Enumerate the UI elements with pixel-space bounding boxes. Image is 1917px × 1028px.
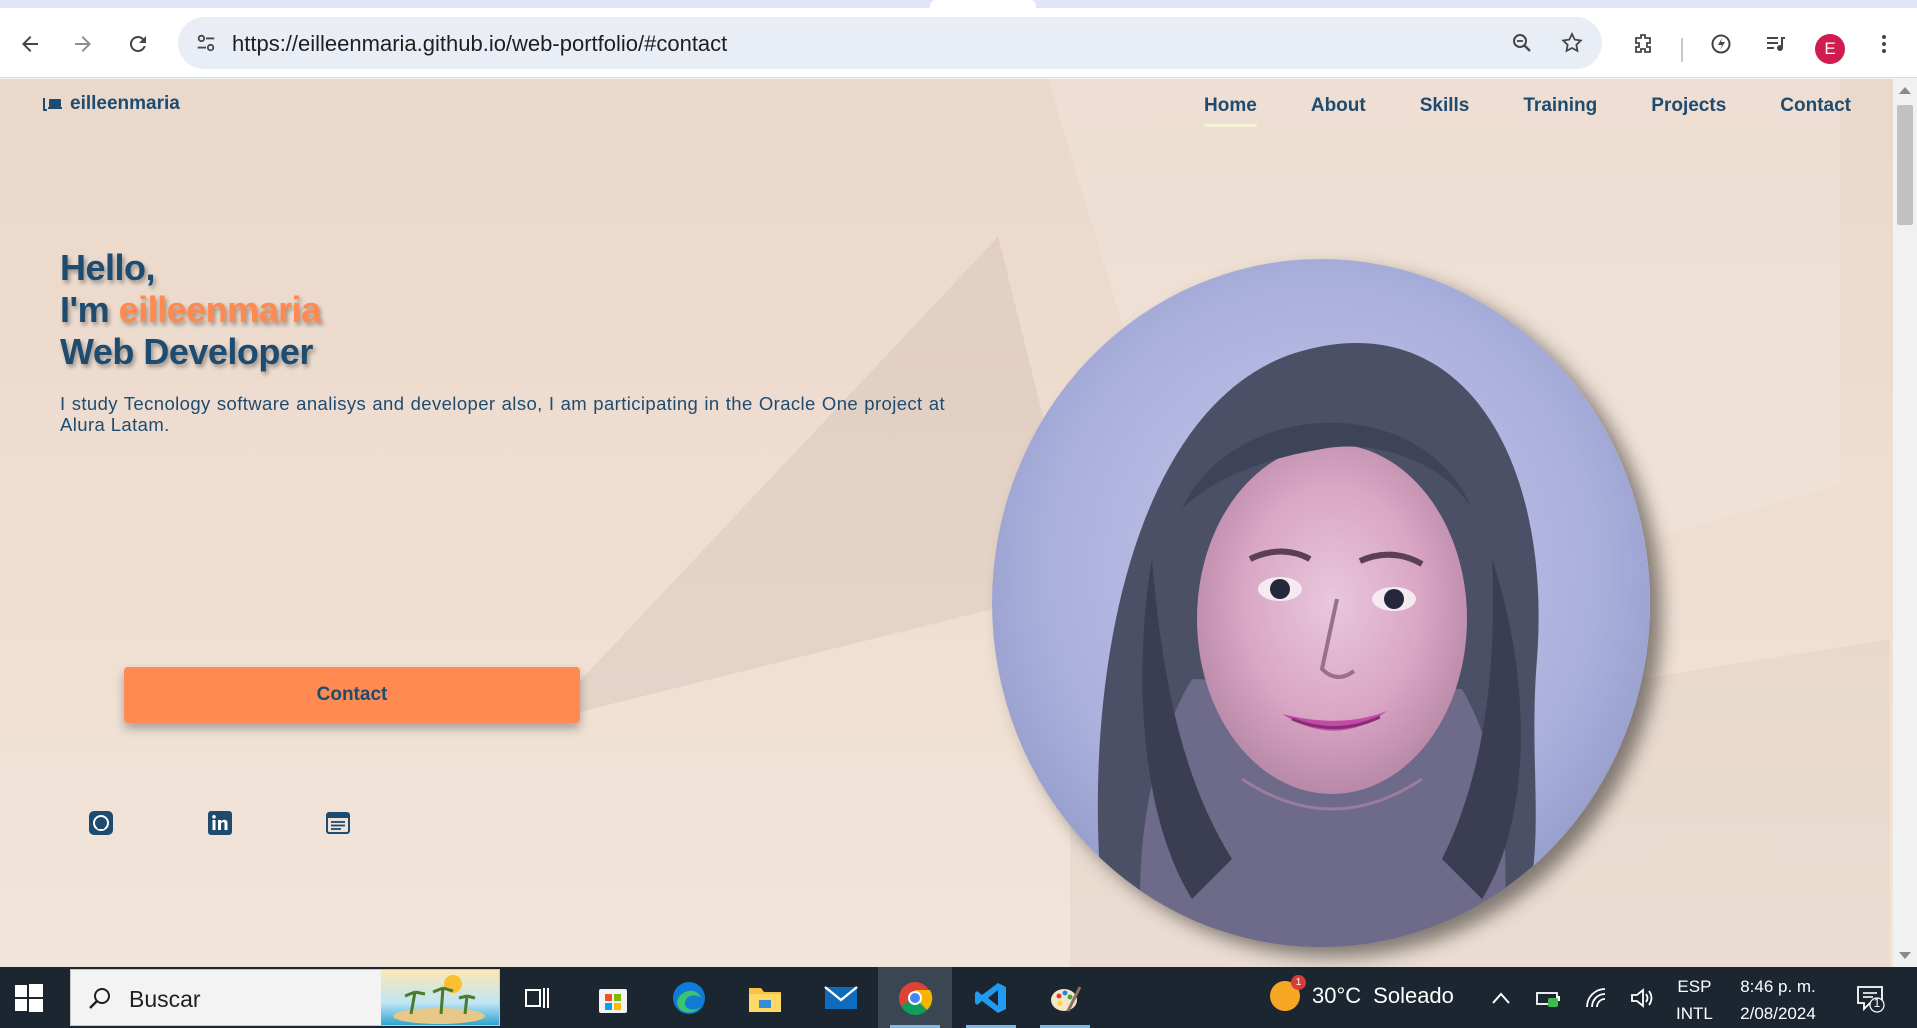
search-highlight-image xyxy=(381,970,499,1025)
chrome-app[interactable] xyxy=(878,967,952,1028)
scroll-thumb[interactable] xyxy=(1897,105,1913,225)
language-indicator[interactable]: ESP INTL xyxy=(1676,973,1713,1027)
wifi-icon xyxy=(1586,988,1606,1008)
back-icon xyxy=(22,36,38,52)
zoom-icon[interactable] xyxy=(1508,29,1536,57)
paint-icon xyxy=(1051,985,1082,1012)
chrome-icon xyxy=(899,981,933,1015)
windows-taskbar: Buscar 1 30°C Soleado ESP INTL 8:46 p. m… xyxy=(0,967,1917,1028)
hero-description: I study Tecnology software analisys and … xyxy=(60,393,945,435)
profile-avatar[interactable]: E xyxy=(1815,34,1845,64)
battery-tray[interactable] xyxy=(1536,985,1562,1011)
system-clock[interactable]: 8:46 p. m. 2/08/2024 xyxy=(1734,973,1822,1027)
performance-icon xyxy=(1711,34,1731,54)
extensions-icon xyxy=(1635,34,1651,53)
search-placeholder: Buscar xyxy=(129,986,201,1012)
microsoft-store-icon xyxy=(599,988,627,1013)
media-control-button[interactable] xyxy=(1756,24,1796,64)
hero-name-prefix: I'm xyxy=(60,289,119,330)
scroll-down-arrow-icon[interactable] xyxy=(1899,952,1911,959)
store-app[interactable] xyxy=(576,967,650,1028)
background-shape xyxy=(454,236,1086,722)
weather-temp: 30°C xyxy=(1312,983,1362,1008)
performance-button[interactable] xyxy=(1701,24,1741,64)
file-explorer-icon xyxy=(749,987,781,1012)
paint-app[interactable] xyxy=(1028,967,1102,1028)
forward-icon xyxy=(75,36,91,52)
active-tab-edge[interactable] xyxy=(930,0,1036,8)
clock-date: 2/08/2024 xyxy=(1740,1004,1816,1023)
forward-button[interactable] xyxy=(63,24,103,64)
weather-sun-icon: 1 xyxy=(1270,975,1306,1011)
bookmark-star-icon[interactable] xyxy=(1558,29,1586,57)
edge-icon xyxy=(673,981,705,1014)
start-button[interactable] xyxy=(14,983,44,1013)
url-text[interactable]: https://eilleenmaria.github.io/web-portf… xyxy=(232,31,727,57)
browser-toolbar: https://eilleenmaria.github.io/web-portf… xyxy=(0,8,1917,78)
weather-badge: 1 xyxy=(1291,975,1306,990)
windows-logo-icon xyxy=(15,984,43,1012)
profile-portrait xyxy=(992,259,1650,947)
github-link[interactable] xyxy=(88,810,114,836)
task-view-button[interactable] xyxy=(500,967,574,1028)
contact-button[interactable]: Contact xyxy=(124,667,580,723)
keyboard-layout: INTL xyxy=(1676,1004,1713,1023)
hero-greeting: Hello, xyxy=(60,247,156,288)
laptop-code-icon xyxy=(42,95,64,113)
menu-icon xyxy=(1882,35,1886,53)
linkedin-icon xyxy=(208,811,232,835)
hero-name-highlight: eilleenmaria xyxy=(118,289,322,330)
speaker-icon xyxy=(1631,988,1653,1008)
weather-widget[interactable]: 1 30°C Soleado xyxy=(1270,975,1454,1011)
nav-projects[interactable]: Projects xyxy=(1651,95,1726,127)
github-icon xyxy=(89,811,113,835)
edge-app[interactable] xyxy=(652,967,726,1028)
chevron-up-icon xyxy=(1492,992,1510,1004)
logo-text: eilleenmaria xyxy=(70,93,180,114)
network-tray[interactable] xyxy=(1584,985,1610,1011)
hero-title: Hello, I'm eilleenmaria Web Developer xyxy=(60,247,321,373)
blog-link[interactable] xyxy=(325,810,351,836)
nav-training[interactable]: Training xyxy=(1523,95,1597,127)
notification-center-button[interactable]: 1 xyxy=(1855,983,1885,1013)
battery-icon xyxy=(1536,992,1560,1007)
page-scrollbar[interactable] xyxy=(1893,79,1917,967)
hero-name-line: I'm eilleenmaria xyxy=(60,289,321,331)
hero-role: Web Developer xyxy=(60,331,313,372)
page-viewport: eilleenmaria Home About Skills Training … xyxy=(0,79,1893,967)
toolbar-separator xyxy=(1681,38,1683,62)
scroll-up-arrow-icon[interactable] xyxy=(1899,87,1911,94)
search-icon xyxy=(89,988,110,1009)
task-view-icon xyxy=(525,987,549,1008)
vscode-icon xyxy=(975,982,1006,1013)
reload-icon xyxy=(129,35,146,52)
notification-count: 1 xyxy=(1873,996,1881,1010)
nav-about[interactable]: About xyxy=(1311,95,1366,127)
nav-home[interactable]: Home xyxy=(1204,95,1257,127)
file-explorer-app[interactable] xyxy=(728,967,802,1028)
site-settings-icon[interactable] xyxy=(192,29,220,57)
clock-time: 8:46 p. m. xyxy=(1740,977,1816,996)
newspaper-icon xyxy=(326,812,350,834)
media-control-icon xyxy=(1767,37,1785,52)
back-button[interactable] xyxy=(10,24,50,64)
nav-skills[interactable]: Skills xyxy=(1420,95,1470,127)
vscode-app[interactable] xyxy=(954,967,1028,1028)
main-nav: Home About Skills Training Projects Cont… xyxy=(1204,95,1851,127)
weather-desc: Soleado xyxy=(1373,983,1454,1008)
site-logo[interactable]: eilleenmaria xyxy=(42,93,180,115)
reload-button[interactable] xyxy=(118,24,158,64)
volume-tray[interactable] xyxy=(1630,985,1656,1011)
language-code: ESP xyxy=(1677,977,1712,996)
nav-contact[interactable]: Contact xyxy=(1780,95,1851,127)
mail-app[interactable] xyxy=(804,967,878,1028)
extensions-button[interactable] xyxy=(1623,24,1663,64)
tab-strip xyxy=(0,0,1917,8)
show-hidden-icons-button[interactable] xyxy=(1488,985,1514,1011)
mail-icon xyxy=(824,985,858,1009)
linkedin-link[interactable] xyxy=(207,810,233,836)
address-bar[interactable]: https://eilleenmaria.github.io/web-portf… xyxy=(178,17,1602,69)
taskbar-search[interactable]: Buscar xyxy=(70,969,500,1026)
menu-button[interactable] xyxy=(1864,24,1904,64)
